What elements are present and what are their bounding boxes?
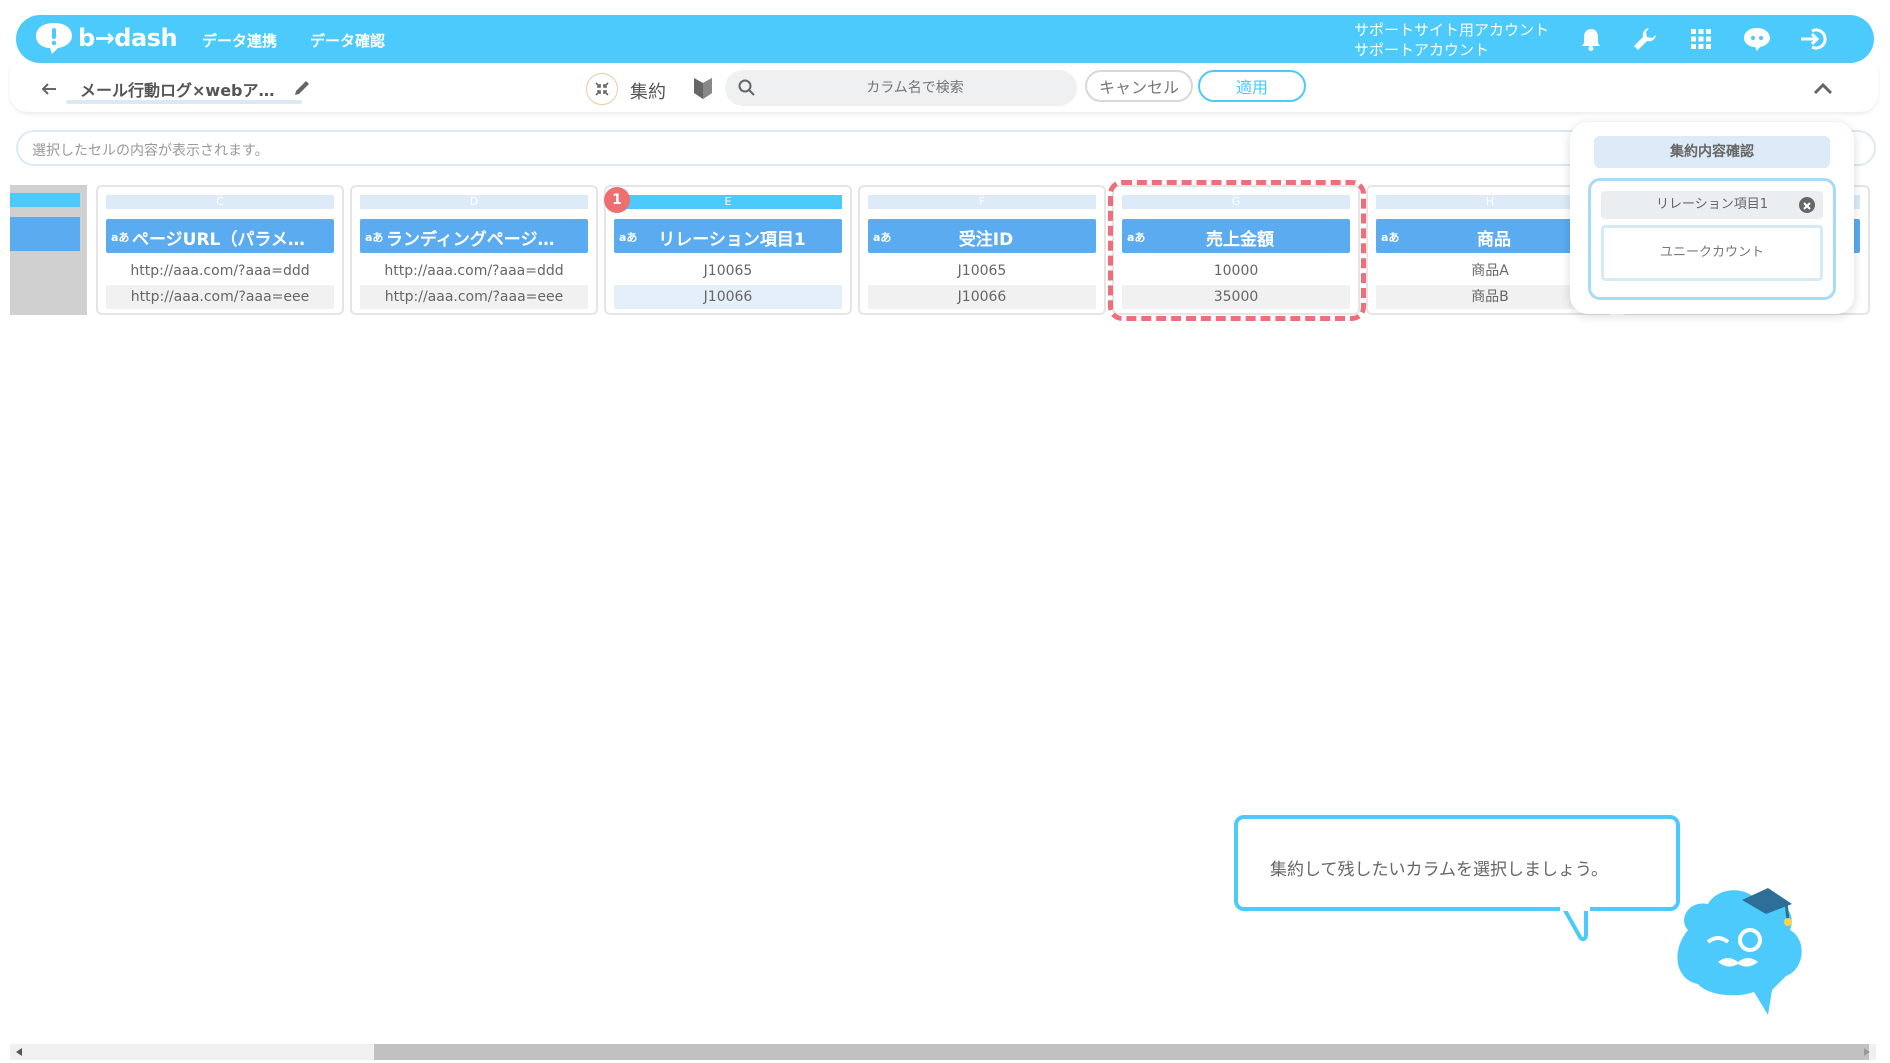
logout-icon[interactable] — [1798, 25, 1828, 53]
column-header[interactable]: aあ リレーション項目1 — [614, 219, 842, 253]
account-site-name: サポートサイト用アカウント — [1354, 21, 1550, 39]
guide-tooltip: 集約して残したいカラムを選択しましょう。 — [1234, 815, 1680, 911]
account-user-name: サポートアカウント — [1354, 41, 1490, 59]
selection-count-badge: 1 — [604, 187, 630, 213]
column-letter: E — [614, 195, 842, 209]
table-cell[interactable]: J10066 — [868, 285, 1096, 309]
column-name: ページURL（パラメ… — [132, 230, 305, 250]
mascot-icon — [1677, 888, 1802, 1015]
column-highlight-frame — [1108, 180, 1366, 321]
beginner-mark-icon[interactable] — [692, 75, 714, 101]
logo-bubble-icon — [36, 23, 72, 54]
cancel-button[interactable]: キャンセル — [1085, 70, 1193, 102]
chevron-up-icon[interactable] — [1810, 76, 1836, 102]
aggregation-mode-select[interactable]: ユニークカウント — [1601, 225, 1823, 281]
table-cell[interactable]: J10065 — [614, 259, 842, 283]
chip-label: リレーション項目1 — [1655, 197, 1768, 212]
table-cell[interactable]: http://aaa.com/?aaa=eee — [360, 285, 588, 309]
nav-data-check[interactable]: データ確認 — [310, 30, 385, 51]
account-info[interactable]: サポートサイト用アカウント サポートアカウント — [1354, 20, 1549, 60]
guide-tooltip-text: 集約して残したいカラムを選択しましょう。 — [1270, 860, 1608, 880]
column-letter: F — [868, 195, 1096, 209]
nav-data-integration[interactable]: データ連携 — [202, 30, 277, 51]
text-type-icon: aあ — [365, 231, 384, 244]
title-underline — [66, 100, 302, 104]
close-icon[interactable] — [1799, 197, 1815, 213]
aggregate-icon — [586, 73, 618, 105]
top-navigation-bar: b→dash データ連携 データ確認 サポートサイト用アカウント サポートアカウ… — [16, 15, 1874, 63]
column-search — [725, 70, 1077, 106]
column-name: ランディングページ… — [386, 230, 555, 250]
column-letter: D — [360, 195, 588, 209]
table-cell[interactable]: http://aaa.com/?aaa=ddd — [360, 259, 588, 283]
horizontal-scrollbar[interactable] — [10, 1044, 1876, 1060]
document-title[interactable]: メール行動ログ×webア… — [80, 77, 275, 101]
back-arrow-icon[interactable] — [38, 78, 60, 100]
logo-text: b→dash — [78, 24, 178, 52]
grid-icon[interactable] — [1686, 25, 1716, 53]
text-type-icon: aあ — [111, 231, 130, 244]
column-header[interactable]: aあ 受注ID — [868, 219, 1096, 253]
scrollbar-thumb[interactable] — [374, 1044, 1869, 1060]
chat-icon[interactable] — [1742, 25, 1772, 53]
popup-title: 集約内容確認 — [1594, 136, 1830, 168]
selected-column-chip: リレーション項目1 — [1601, 191, 1823, 219]
apply-button[interactable]: 適用 — [1198, 70, 1306, 102]
column-name: リレーション項目1 — [658, 230, 806, 250]
aggregation-item-card: リレーション項目1 ユニークカウント — [1588, 178, 1836, 300]
table-cell[interactable]: J10066 — [614, 285, 842, 309]
row-header — [10, 185, 87, 315]
scroll-left-icon[interactable] — [16, 1048, 22, 1056]
column-e[interactable]: 1 E aあ リレーション項目1 J10065 J10066 — [604, 185, 852, 315]
table-cell[interactable]: J10065 — [868, 259, 1096, 283]
table-cell[interactable]: http://aaa.com/?aaa=eee — [106, 285, 334, 309]
pencil-icon[interactable] — [292, 78, 312, 98]
column-d[interactable]: D aあ ランディングページ… http://aaa.com/?aaa=ddd … — [350, 185, 598, 315]
column-f[interactable]: F aあ 受注ID J10065 J10066 — [858, 185, 1106, 315]
scroll-right-icon[interactable] — [1864, 1048, 1870, 1056]
bdash-logo[interactable]: b→dash — [34, 21, 178, 55]
row-header-name-strip — [10, 217, 80, 251]
wrench-icon[interactable] — [1630, 25, 1660, 53]
column-name: 商品 — [1477, 230, 1511, 250]
table-cell[interactable]: http://aaa.com/?aaa=ddd — [106, 259, 334, 283]
column-c[interactable]: C aあ ページURL（パラメ… http://aaa.com/?aaa=ddd… — [96, 185, 344, 315]
search-input[interactable] — [765, 70, 1065, 106]
column-header[interactable]: aあ ページURL（パラメ… — [106, 219, 334, 253]
column-name: 受注ID — [958, 230, 1014, 250]
bell-icon[interactable] — [1576, 25, 1606, 53]
tooltip-tail — [1560, 905, 1590, 942]
column-header[interactable]: aあ ランディングページ… — [360, 219, 588, 253]
column-letter: C — [106, 195, 334, 209]
aggregate-label: 集約 — [630, 82, 666, 103]
search-icon — [738, 79, 755, 96]
row-header-letter-strip — [10, 193, 80, 207]
editor-toolbar: メール行動ログ×webア… 集約 キャンセル 適用 — [10, 66, 1878, 112]
cell-content-placeholder: 選択したセルの内容が表示されます。 — [32, 143, 269, 159]
aggregation-confirm-popup: 集約内容確認 リレーション項目1 ユニークカウント — [1570, 122, 1854, 314]
